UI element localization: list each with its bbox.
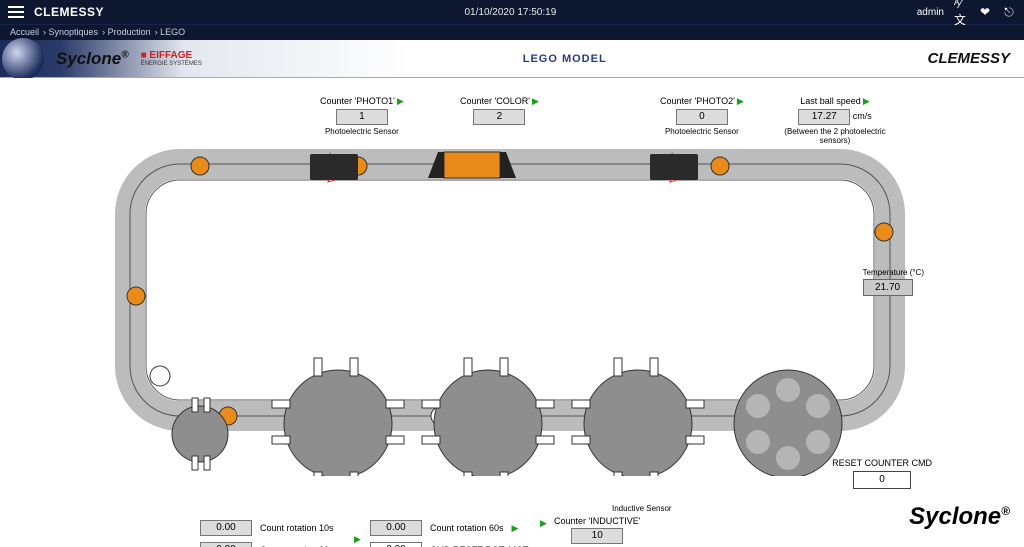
sensor-mount-photo2 [650,154,698,180]
play-icon: ▶ [397,96,404,106]
play-icon: ▶ [354,534,361,545]
rotor-2 [422,358,554,476]
counter-value: 17.27 [798,109,850,125]
cmd-reset-rot: 0.00 CMD RESET ROT. MOT. [370,542,530,547]
reset-counter-cmd: RESET COUNTER CMD 0 [832,458,932,489]
rotation-10s: 0.00 Count rotation 10s [200,520,334,536]
rotor-patterned [734,370,842,476]
language-icon[interactable]: ᴬ⁄文 [954,5,968,19]
play-icon: ▶ [512,523,519,534]
breadcrumb-item[interactable]: LEGO [160,27,185,37]
logout-icon[interactable]: ⎋ [1002,5,1016,19]
reset-counter-label: RESET COUNTER CMD [832,458,932,468]
inductive-sensor-label: Inductive Sensor [612,504,672,513]
rotation-value: 0.00 [370,520,422,536]
clemessy-logo-right: CLEMESSY [927,50,1010,67]
brand-name: CLEMESSY [34,5,104,19]
syclone-logo-bottom: Syclone® [909,503,1010,531]
app-topbar: CLEMESSY 01/10/2020 17:50:19 admin ᴬ⁄文 ❤… [0,0,1024,24]
speed-note: (Between the 2 photoelectric sensors) [780,127,890,145]
synoptic-canvas: Counter 'PHOTO1'▶ 1 Photoelectric Sensor… [0,78,1024,547]
rotation-label: Count rotation 60s [430,523,504,533]
rotation-60s: 0.00 Count rotation 60s ▶ [370,520,518,536]
counter-label: Counter 'PHOTO2' [660,96,735,106]
planet-icon [2,38,44,80]
sensor-label: Photoelectric Sensor [660,127,744,136]
counter-value: 2 [473,109,525,125]
page-title: LEGO MODEL [202,53,928,65]
counter-photo2: Counter 'PHOTO2'▶ 0 Photoelectric Sensor [660,96,744,136]
counter-label: Counter 'COLOR' [460,96,530,106]
play-icon: ▶ [863,96,870,106]
speed-unit: cm/s [853,111,872,121]
play-icon: ▶ [540,518,547,529]
counter-value: 0 [676,109,728,125]
rotation-label: Count rotation 10s [260,523,334,533]
page-banner: Syclone® ■ EIFFAGEÉNERGIE SYSTÈMES LEGO … [0,40,1024,78]
syclone-logo-left: Syclone® [56,49,129,69]
hamburger-icon[interactable] [8,4,24,20]
counter-label: Counter 'INDUCTIVE' [554,516,640,526]
temperature-value: 21.70 [863,279,913,296]
counter-inductive: Counter 'INDUCTIVE' 10 [554,516,640,544]
rotation-20s: 0.00 Count rotation 20s [200,542,334,547]
counter-value: 10 [571,528,623,544]
counter-photo1: Counter 'PHOTO1'▶ 1 Photoelectric Sensor [320,96,404,136]
breadcrumb: Accueil› Synoptiques› Production› LEGO [0,24,1024,40]
counter-label: Counter 'PHOTO1' [320,96,395,106]
play-icon: ▶ [532,96,539,106]
counter-color: Counter 'COLOR'▶ 2 [460,96,539,125]
rotor-3 [572,358,704,476]
counter-speed: Last ball speed▶ 17.27 cm/s (Between the… [780,96,890,145]
rotor-1 [272,358,404,476]
breadcrumb-item[interactable]: Accueil [10,27,39,37]
user-name: admin [917,7,944,18]
rotation-value[interactable]: 0.00 [370,542,422,547]
sensor-label: Photoelectric Sensor [320,127,404,136]
datetime-display: 01/10/2020 17:50:19 [104,7,917,18]
rotation-value: 0.00 [200,520,252,536]
temperature-label: Temperature (°C) [863,268,924,277]
counter-value: 1 [336,109,388,125]
play-icon: ▶ [737,96,744,106]
breadcrumb-item[interactable]: Synoptiques [49,27,99,37]
heartbeat-icon[interactable]: ❤ [978,5,992,19]
reset-counter-value[interactable]: 0 [853,471,911,489]
sensor-mount-photo1 [310,154,358,180]
temperature-display: Temperature (°C) 21.70 [863,268,924,296]
counter-label: Last ball speed [800,96,861,106]
rotation-value: 0.00 [200,542,252,547]
breadcrumb-item[interactable]: Production [108,27,151,37]
eiffage-logo: ■ EIFFAGEÉNERGIE SYSTÈMES [141,50,202,67]
conveyor-track [110,146,910,476]
